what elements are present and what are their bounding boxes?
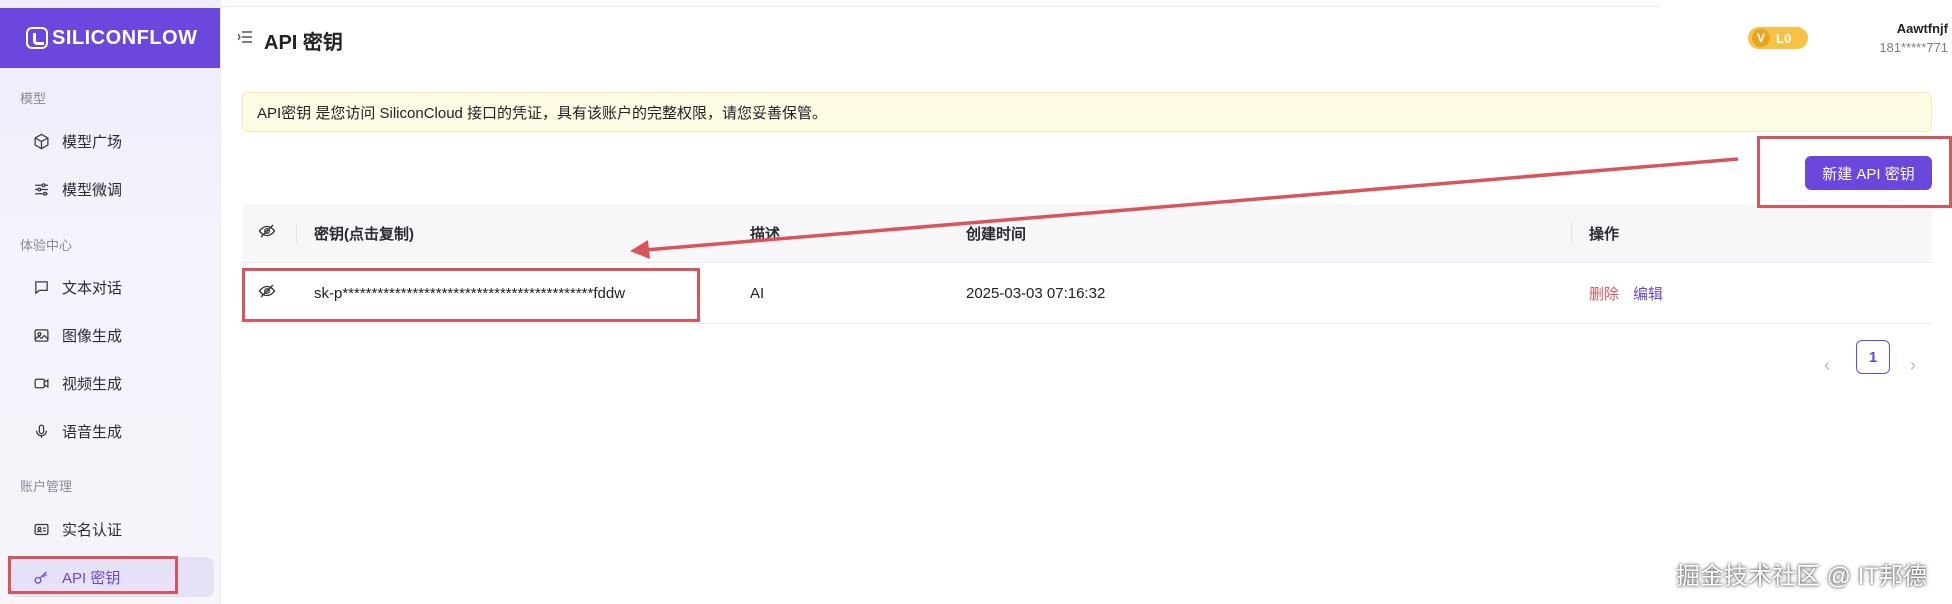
column-header-description: 描述 [750, 225, 781, 243]
edit-link[interactable]: 编辑 [1633, 283, 1663, 304]
cube-icon [32, 132, 50, 150]
top-divider [220, 0, 1660, 7]
sidebar-item-model-square[interactable]: 模型广场 [8, 121, 214, 161]
eye-off-icon [258, 222, 276, 244]
pagination-next[interactable]: › [1898, 350, 1928, 380]
notice-banner: API密钥 是您访问 SiliconCloud 接口的凭证，具有该账户的完整权限… [242, 92, 1932, 132]
sidebar-item-label: 视频生成 [62, 375, 123, 393]
section-label-experience: 体验中心 [20, 238, 73, 253]
brand-logo[interactable]: SILICONFLOW [0, 8, 220, 68]
table-row: sk-p************************************… [242, 263, 1932, 324]
key-icon [32, 568, 50, 586]
chat-icon [32, 278, 50, 296]
header: API 密钥 V L0 Aawtfnjf 181*****771 [220, 8, 1952, 68]
sidebar-item-label: 实名认证 [62, 521, 123, 539]
sidebar-item-label: API 密钥 [62, 569, 121, 587]
brand-name: SILICONFLOW [52, 26, 198, 49]
user-name: Aawtfnjf [1896, 21, 1948, 36]
sidebar-item-label: 图像生成 [62, 327, 123, 345]
sliders-icon [32, 180, 50, 198]
logo-icon [26, 27, 48, 49]
pagination-page[interactable]: 1 [1856, 340, 1890, 374]
image-icon [32, 326, 50, 344]
delete-link[interactable]: 删除 [1589, 283, 1619, 304]
video-icon [32, 374, 50, 392]
menu-collapse-icon[interactable] [237, 30, 252, 43]
key-created-time: 2025-03-03 07:16:32 [966, 284, 1106, 302]
sidebar: SILICONFLOW 模型 模型广场 模型微调 体验中心 文本对话 图像生成 … [0, 0, 221, 604]
column-header-key: 密钥(点击复制) [314, 225, 414, 243]
sidebar-item-label: 模型广场 [62, 133, 123, 151]
level-badge[interactable]: V L0 [1748, 27, 1808, 49]
sidebar-item-api-key[interactable]: API 密钥 [8, 557, 214, 597]
sidebar-item-label: 文本对话 [62, 279, 123, 297]
new-api-key-button[interactable]: 新建 API 密钥 [1805, 156, 1932, 190]
sidebar-item-real-name[interactable]: 实名认证 [8, 509, 214, 549]
sidebar-item-image-gen[interactable]: 图像生成 [8, 315, 214, 355]
vip-icon: V [1752, 29, 1770, 47]
eye-off-icon [258, 282, 276, 304]
section-label-model: 模型 [20, 91, 47, 106]
user-phone: 181*****771 [1879, 40, 1948, 55]
key-description: AI [750, 284, 765, 302]
sidebar-item-voice-gen[interactable]: 语音生成 [8, 411, 214, 451]
section-label-account: 账户管理 [20, 479, 73, 494]
sidebar-item-label: 语音生成 [62, 423, 123, 441]
pagination-prev[interactable]: ‹ [1812, 350, 1842, 380]
toggle-visibility-all[interactable] [258, 204, 276, 262]
notice-text: API密钥 是您访问 SiliconCloud 接口的凭证，具有该账户的完整权限… [257, 104, 828, 122]
level-label: L0 [1776, 30, 1792, 46]
sidebar-item-text-chat[interactable]: 文本对话 [8, 267, 214, 307]
table-header: 密钥(点击复制) 描述 创建时间 操作 [242, 204, 1932, 263]
api-key-table: 密钥(点击复制) 描述 创建时间 操作 sk-p****************… [242, 204, 1932, 324]
page-title: API 密钥 [264, 32, 343, 54]
sidebar-item-model-finetune[interactable]: 模型微调 [8, 169, 214, 209]
column-header-actions: 操作 [1589, 225, 1620, 243]
api-key-value[interactable]: sk-p************************************… [314, 263, 625, 323]
column-header-created: 创建时间 [966, 225, 1027, 243]
watermark: 掘金技术社区 @ IT邦德 [1676, 563, 1928, 590]
toggle-visibility-row[interactable] [258, 263, 276, 323]
mic-icon [32, 422, 50, 440]
sidebar-item-video-gen[interactable]: 视频生成 [8, 363, 214, 403]
sidebar-item-label: 模型微调 [62, 181, 123, 199]
id-card-icon [32, 520, 50, 538]
